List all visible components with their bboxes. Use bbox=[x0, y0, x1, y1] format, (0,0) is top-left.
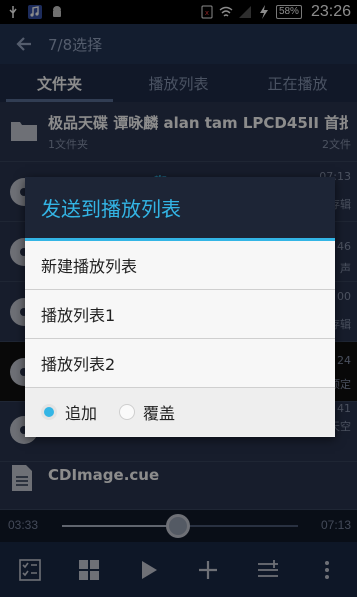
overwrite-label: 覆盖 bbox=[143, 404, 176, 423]
mode-radio-group: 追加 覆盖 bbox=[25, 388, 335, 436]
radio-selected-indicator bbox=[41, 404, 57, 420]
radio-unselected-indicator bbox=[119, 404, 136, 420]
new-playlist-option[interactable]: 新建播放列表 bbox=[25, 241, 335, 290]
append-label: 追加 bbox=[65, 404, 98, 423]
overwrite-radio[interactable]: 覆盖 bbox=[119, 400, 175, 424]
append-radio[interactable]: 追加 bbox=[41, 400, 97, 424]
send-to-playlist-dialog: 发送到播放列表 新建播放列表 播放列表1 播放列表2 追加 覆盖 bbox=[25, 177, 335, 437]
playlist-option-2[interactable]: 播放列表2 bbox=[25, 339, 335, 388]
playlist-option-1[interactable]: 播放列表1 bbox=[25, 290, 335, 339]
dialog-title: 发送到播放列表 bbox=[25, 177, 335, 241]
